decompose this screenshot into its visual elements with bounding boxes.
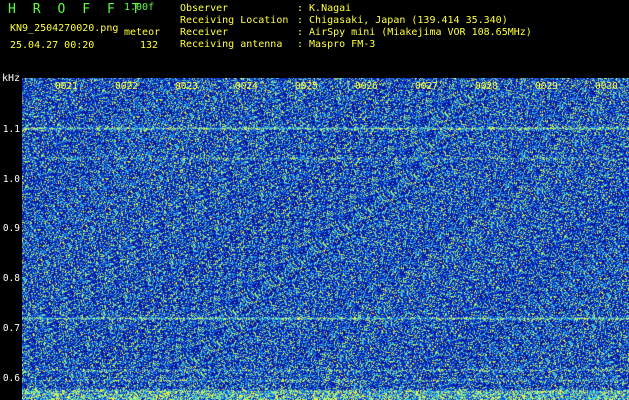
x-tick-label: 0022	[115, 81, 138, 92]
x-tick-label: 0023	[175, 81, 198, 92]
version-label: 1.00f	[124, 2, 155, 13]
info-value-antenna: : Maspro FM-3	[297, 39, 376, 50]
x-tick-label: 0030	[595, 81, 618, 92]
waterfall-spectrogram: 0021 0022 0023 0024 0025 0026 0027 0028 …	[22, 78, 629, 400]
y-tick-label: 0.8	[2, 273, 20, 284]
y-tick-label: 1.0	[2, 174, 20, 185]
y-tick-label: 0.6	[2, 373, 20, 384]
meteor-label: meteor	[124, 27, 161, 38]
waterfall-canvas	[22, 78, 629, 400]
info-label-antenna: Receiving antenna	[180, 39, 283, 50]
info-value-location: : Chigasaki, Japan (139.414 35.340)	[297, 15, 508, 26]
x-tick-label: 0026	[355, 81, 378, 92]
info-label-location: Receiving Location	[180, 15, 289, 26]
x-tick-label: 0025	[295, 81, 318, 92]
meteor-count: 132	[140, 40, 159, 51]
y-axis-unit: kHz	[2, 73, 21, 84]
x-tick-label: 0024	[235, 81, 258, 92]
datetime-label: 25.04.27 00:20	[10, 40, 95, 51]
x-tick-label: 0028	[475, 81, 498, 92]
y-tick-label: 0.7	[2, 323, 20, 334]
x-tick-label: 0021	[55, 81, 78, 92]
y-tick-label: 1.1	[2, 124, 20, 135]
info-label-receiver: Receiver	[180, 27, 229, 38]
info-label-observer: Observer	[180, 3, 229, 14]
y-tick-label: 0.9	[2, 223, 20, 234]
x-tick-label: 0027	[415, 81, 438, 92]
filename-label: KN9_2504270020.png	[10, 23, 119, 34]
info-value-observer: : K.Nagai	[297, 3, 352, 14]
info-value-receiver: : AirSpy mini (Miakejima VOR 108.65MHz)	[297, 27, 532, 38]
x-tick-label: 0029	[535, 81, 558, 92]
